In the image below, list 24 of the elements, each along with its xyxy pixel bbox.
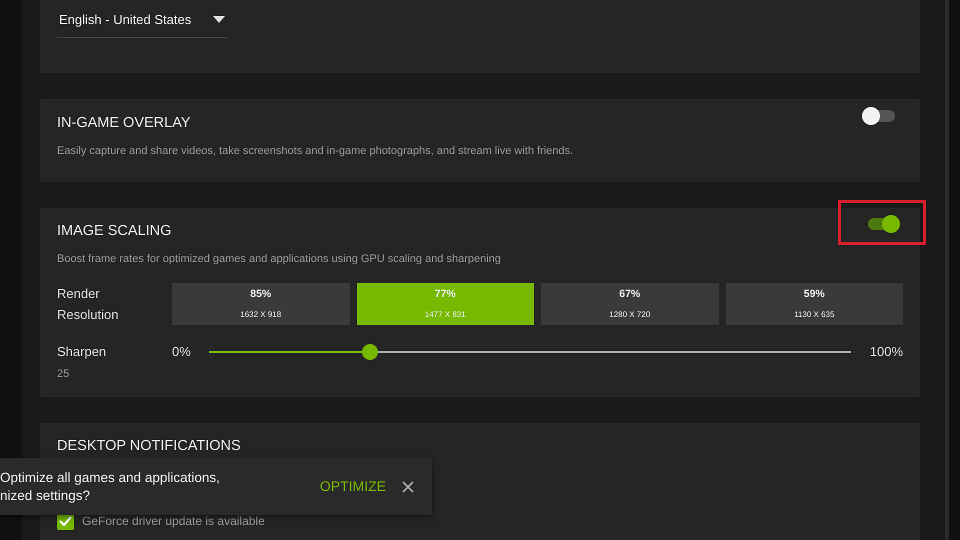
optimize-button[interactable]: OPTIMIZE [320, 476, 386, 497]
setting-label: Sharpen [57, 343, 108, 362]
checkbox-label: GeForce driver update is available [82, 513, 265, 530]
slider-min-label: 0% [172, 343, 192, 362]
slider-track[interactable] [209, 344, 851, 360]
toast-message: Optimize all games and applications, nized settings? [0, 468, 221, 504]
section-description: Easily capture and share videos, take screenshots and in-game photographs, and stream live with friends. [57, 144, 574, 159]
section-title: DESKTOP NOTIFICATIONS [57, 437, 241, 456]
setting-label: Render Resolution [57, 285, 120, 324]
section-description: Boost frame rates for optimized games and applications using GPU scaling and sharpening [57, 252, 502, 267]
dropdown-caret-icon [213, 16, 226, 24]
section-title: IN-GAME OVERLAY [57, 114, 190, 133]
close-icon[interactable] [402, 480, 414, 492]
toggle-switch[interactable] [865, 106, 897, 125]
language-dropdown[interactable]: English - United States [57, 8, 228, 38]
checkmark-icon [59, 516, 72, 526]
resolution-option[interactable]: 85% 1632 X 918 [172, 283, 350, 326]
slider-max-label: 100% [868, 343, 903, 362]
slider-thumb[interactable] [362, 344, 378, 360]
setting-value: 25 [57, 367, 70, 382]
toggle-switch[interactable] [868, 214, 900, 233]
section-title: IMAGE SCALING [57, 222, 172, 241]
resolution-option[interactable]: 59% 1130 X 635 [726, 283, 903, 326]
resolution-option[interactable]: 67% 1280 X 720 [541, 283, 718, 326]
